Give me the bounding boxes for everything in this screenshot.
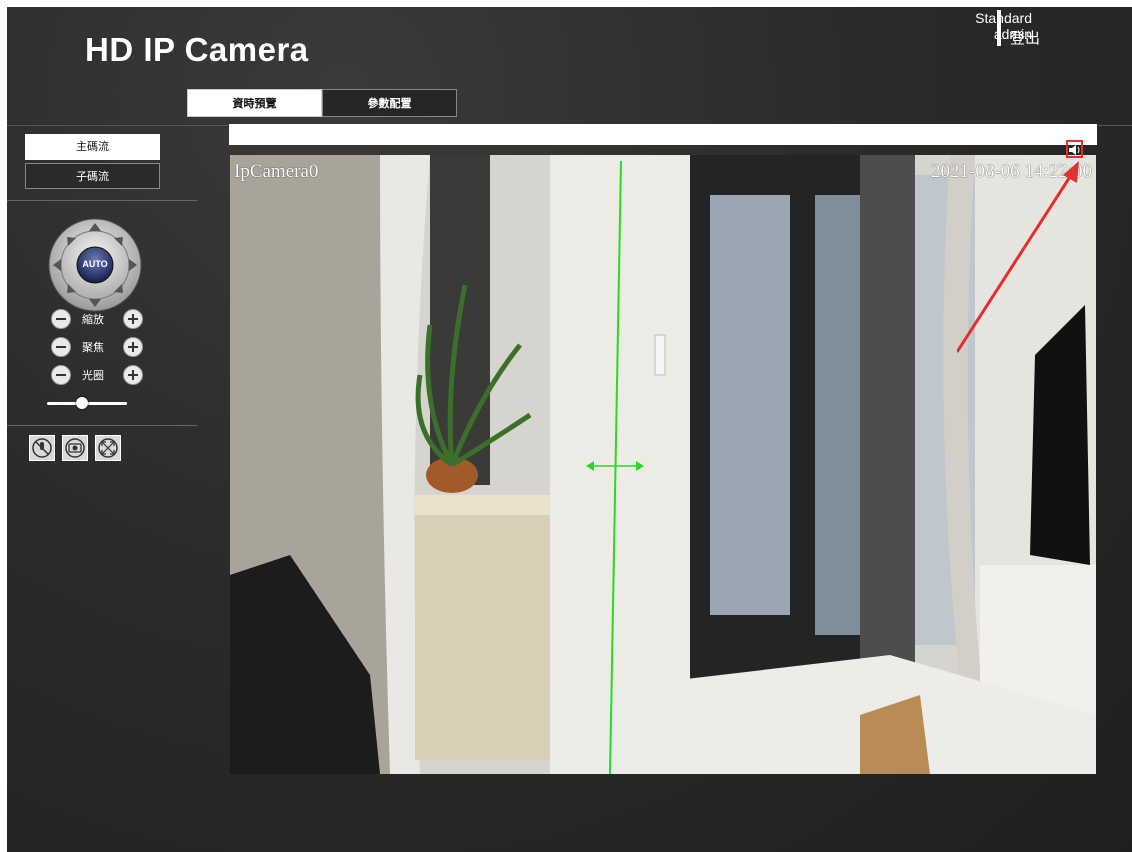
focus-plus-button[interactable] xyxy=(123,337,143,357)
focus-minus-button[interactable] xyxy=(51,337,71,357)
focus-control: 聚焦 xyxy=(45,337,155,357)
logout-button[interactable]: 登出 xyxy=(1010,27,1040,48)
zoom-out-button[interactable] xyxy=(51,309,71,329)
mute-mic-icon[interactable] xyxy=(29,435,55,461)
iris-minus-button[interactable] xyxy=(51,365,71,385)
osd-camera-name: IpCamera0 xyxy=(234,161,319,182)
iris-label: 光圈 xyxy=(82,369,104,382)
zoom-control: 縮放 xyxy=(45,309,155,329)
speed-slider-handle[interactable] xyxy=(76,397,88,409)
annotation-arrow-icon xyxy=(957,161,1079,353)
app-title: HD IP Camera xyxy=(85,31,309,68)
tab-live-preview[interactable]: 資時預覽 xyxy=(187,89,322,117)
snapshot-camera-icon[interactable] xyxy=(62,435,88,461)
tab-settings[interactable]: 參數配置 xyxy=(322,89,457,117)
focus-label: 聚焦 xyxy=(82,341,104,354)
app-window: HD IP Camera Standard admin 登出 資時預覽 參數配置… xyxy=(7,7,1132,852)
user-mode: Standard xyxy=(975,10,1032,26)
iris-plus-button[interactable] xyxy=(123,365,143,385)
header-divider xyxy=(997,10,1001,46)
sub-stream-button[interactable]: 子碼流 xyxy=(25,163,160,189)
ptz-control[interactable]: AUTO xyxy=(45,215,145,315)
panel-divider xyxy=(7,200,197,201)
iris-control: 光圈 xyxy=(45,365,155,385)
ptz-auto-button[interactable]: AUTO xyxy=(77,259,113,269)
main-stream-button[interactable]: 主碼流 xyxy=(25,134,160,160)
zoom-label: 縮放 xyxy=(82,313,104,326)
video-toolbar xyxy=(229,124,1097,145)
zoom-in-button[interactable] xyxy=(123,309,143,329)
audio-speaker-icon[interactable] xyxy=(1066,140,1083,158)
panel-divider-2 xyxy=(7,425,197,426)
fullscreen-icon[interactable] xyxy=(95,435,121,461)
